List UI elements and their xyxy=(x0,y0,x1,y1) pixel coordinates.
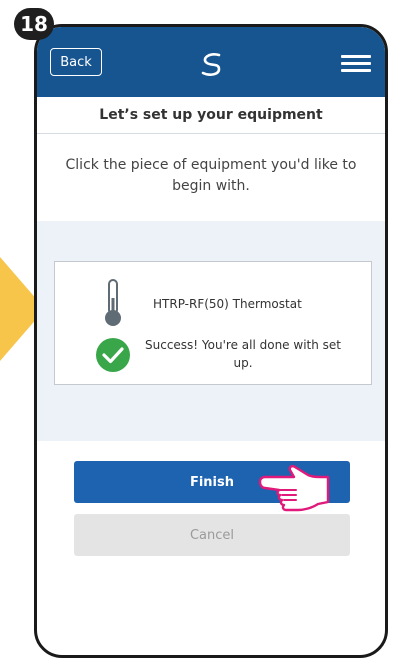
title-divider xyxy=(37,133,385,134)
check-circle-icon xyxy=(96,338,130,372)
app-header: Back xyxy=(37,27,385,97)
salus-logo-icon xyxy=(201,53,221,76)
pointing-hand-icon xyxy=(258,465,330,512)
setup-status-text: Success! You're all done with set up. xyxy=(145,338,341,370)
device-name: HTRP-RF(50) Thermostat xyxy=(153,297,302,311)
back-button[interactable]: Back xyxy=(50,48,102,76)
thermometer-icon xyxy=(105,279,121,326)
cancel-button[interactable]: Cancel xyxy=(74,514,350,556)
phone-frame: Back Let’s set up your equipment Click t… xyxy=(34,24,388,658)
equipment-card-thermostat[interactable]: HTRP-RF(50) Thermostat Success! You're a… xyxy=(54,261,372,385)
hamburger-menu-icon[interactable] xyxy=(341,55,371,72)
instruction-text: Click the piece of equipment you'd like … xyxy=(65,157,357,194)
page-title: Let’s set up your equipment xyxy=(99,107,323,123)
equipment-panel: HTRP-RF(50) Thermostat Success! You're a… xyxy=(37,221,385,441)
step-number-badge: 18 xyxy=(14,8,54,40)
